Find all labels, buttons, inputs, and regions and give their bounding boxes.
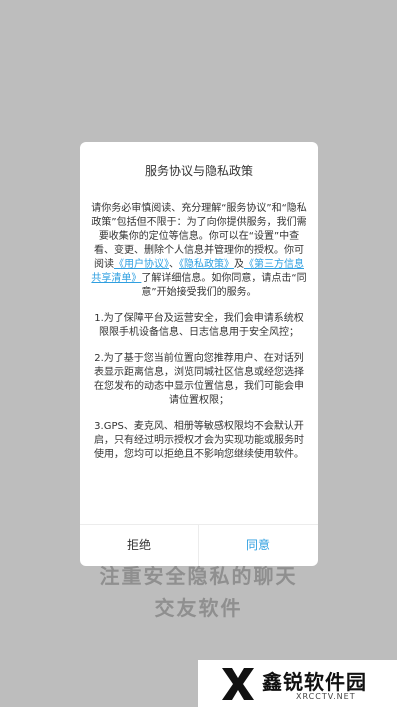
reject-button[interactable]: 拒绝 <box>80 524 198 566</box>
background-tagline-line2: 交友软件 <box>154 596 243 620</box>
policy-item-2: 2.为了基于您当前位置向您推荐用户、在对话列表显示距离信息，浏览同城社区信息或经… <box>94 353 304 406</box>
privacy-policy-link[interactable]: 《隐私政策》 <box>179 259 234 270</box>
policy-item-3: 3.GPS、麦克风、相册等敏感权限均不会默认开启，只有经过明示授权才会为实现功能… <box>94 421 304 460</box>
separator-text: 、 <box>169 259 179 270</box>
watermark: 鑫锐软件园 XRCCTV.NET <box>198 660 397 707</box>
watermark-name: 鑫锐软件园 <box>262 670 367 694</box>
dialog-title: 服务协议与隐私政策 <box>144 164 253 178</box>
dialog-body: 请你务必审慎阅读、充分理解“服务协议”和“隐私政策”包括但不限于：为了向你提供服… <box>90 202 308 474</box>
agree-button[interactable]: 同意 <box>199 524 317 566</box>
watermark-site: XRCCTV.NET <box>296 692 356 701</box>
policy-item-1: 1.为了保障平台及运营安全，我们会申请系统权限限手机设备信息、日志信息用于安全风… <box>94 313 304 338</box>
user-agreement-link[interactable]: 《用户协议》 <box>114 259 169 270</box>
x-logo-icon <box>222 668 254 700</box>
privacy-dialog: 服务协议与隐私政策 请你务必审慎阅读、充分理解“服务协议”和“隐私政策”包括但不… <box>80 142 318 566</box>
intro-text-end: 了解详细信息。如你同意，请点击“同意”开始接受我们的服务。 <box>141 273 307 298</box>
intro-paragraph: 请你务必审慎阅读、充分理解“服务协议”和“隐私政策”包括但不限于：为了向你提供服… <box>90 202 308 300</box>
separator-text: 及 <box>234 259 244 270</box>
